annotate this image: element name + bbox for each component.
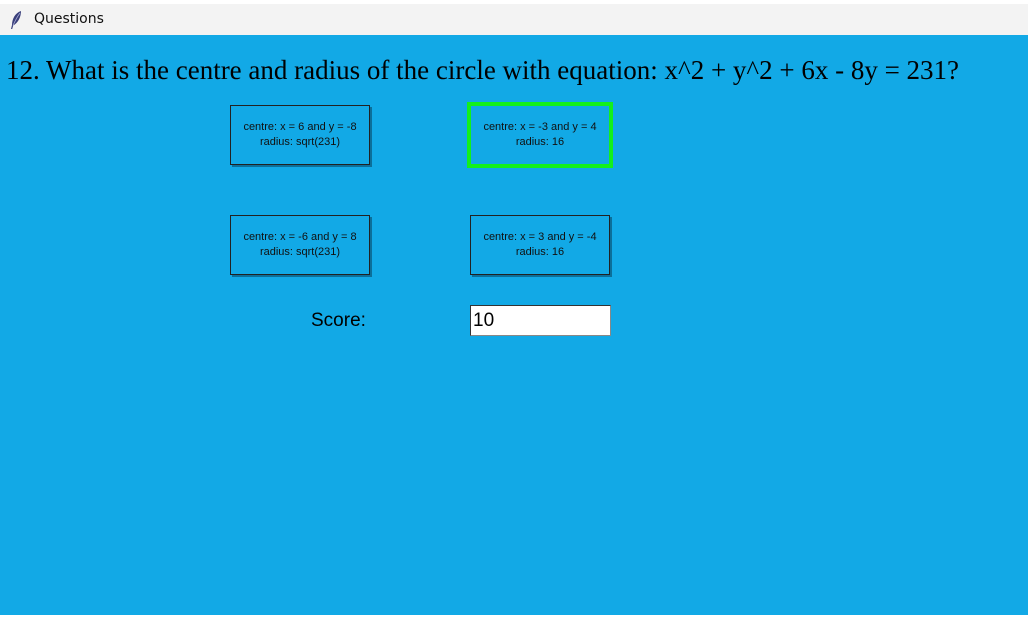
answer-button-4[interactable]: centre: x = 3 and y = -4 radius: 16 [470,215,610,275]
answer-button-1[interactable]: centre: x = 6 and y = -8 radius: sqrt(23… [230,105,370,165]
window-title: Questions [34,11,104,27]
answer-button-3[interactable]: centre: x = -6 and y = 8 radius: sqrt(23… [230,215,370,275]
answer-button-2[interactable]: centre: x = -3 and y = 4 radius: 16 [467,102,613,168]
feather-icon [11,11,21,29]
answer-line-radius: radius: 16 [515,136,565,148]
answer-line-centre: centre: x = -6 and y = 8 [243,231,357,243]
score-field[interactable] [470,305,611,336]
answer-line-centre: centre: x = 3 and y = -4 [483,231,597,243]
answer-line-centre: centre: x = 6 and y = -8 [243,121,357,133]
score-label: Score: [311,310,366,331]
answer-line-centre: centre: x = -3 and y = 4 [483,121,597,133]
answer-line-radius: radius: 16 [515,246,565,258]
window-titlebar[interactable]: Questions [0,4,1028,35]
answer-line-radius: radius: sqrt(231) [259,136,341,148]
question-text: 12. What is the centre and radius of the… [6,55,960,85]
question-canvas: 12. What is the centre and radius of the… [0,35,1028,615]
answer-line-radius: radius: sqrt(231) [259,246,341,258]
